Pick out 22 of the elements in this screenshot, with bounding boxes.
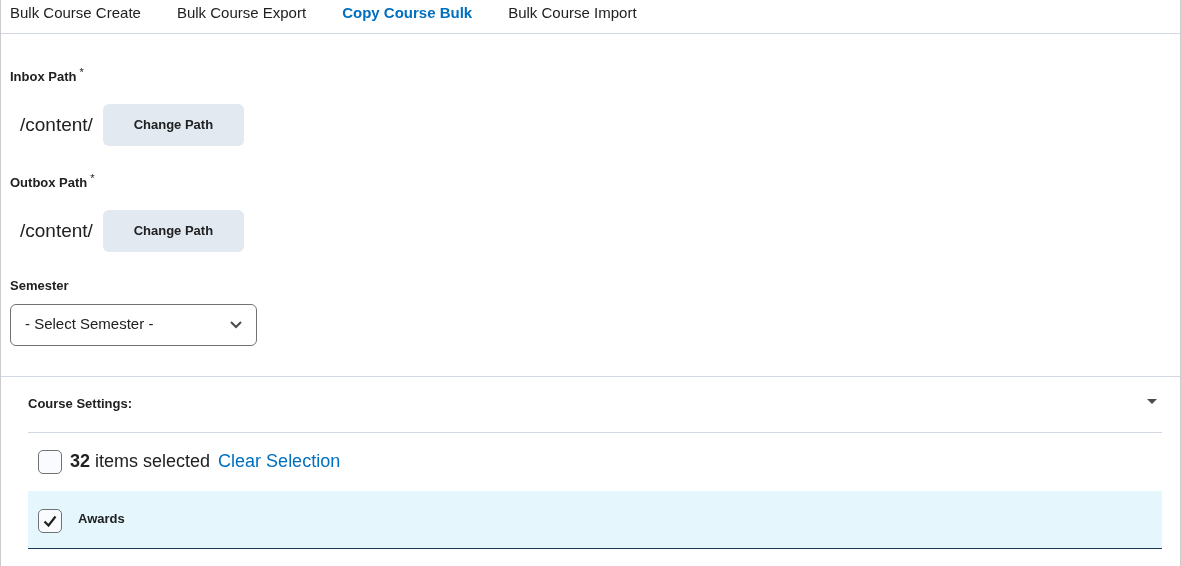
semester-dropdown[interactable]: - Select Semester - bbox=[10, 303, 257, 346]
change-path-button[interactable]: Change Path bbox=[102, 210, 244, 252]
selection-count: 32 items selected bbox=[70, 450, 211, 473]
item-label: Awards bbox=[78, 509, 125, 528]
tab[interactable]: Bulk Course Create bbox=[10, 0, 141, 24]
checkbox[interactable] bbox=[38, 508, 62, 533]
section-title: Course Settings: bbox=[28, 395, 132, 414]
field-label: Semester bbox=[10, 277, 70, 295]
change-path-button[interactable]: Change Path bbox=[102, 104, 244, 146]
tab[interactable]: Bulk Course Import bbox=[508, 0, 637, 24]
required-mark: * bbox=[79, 66, 84, 78]
checkmark-icon bbox=[43, 514, 57, 527]
tab[interactable]: Bulk Course Export bbox=[176, 0, 307, 24]
path-value: /content/ bbox=[19, 112, 94, 137]
tab[interactable]: Copy Course Bulk bbox=[342, 0, 473, 24]
field-label: Outbox Path bbox=[10, 175, 88, 190]
chevron-down-icon bbox=[230, 320, 242, 329]
required-mark: * bbox=[90, 172, 95, 184]
field-label: Inbox Path bbox=[10, 69, 77, 84]
path-value: /content/ bbox=[19, 218, 94, 243]
checkbox[interactable] bbox=[38, 449, 62, 474]
clear-selection-link[interactable]: Clear Selection bbox=[218, 448, 341, 475]
